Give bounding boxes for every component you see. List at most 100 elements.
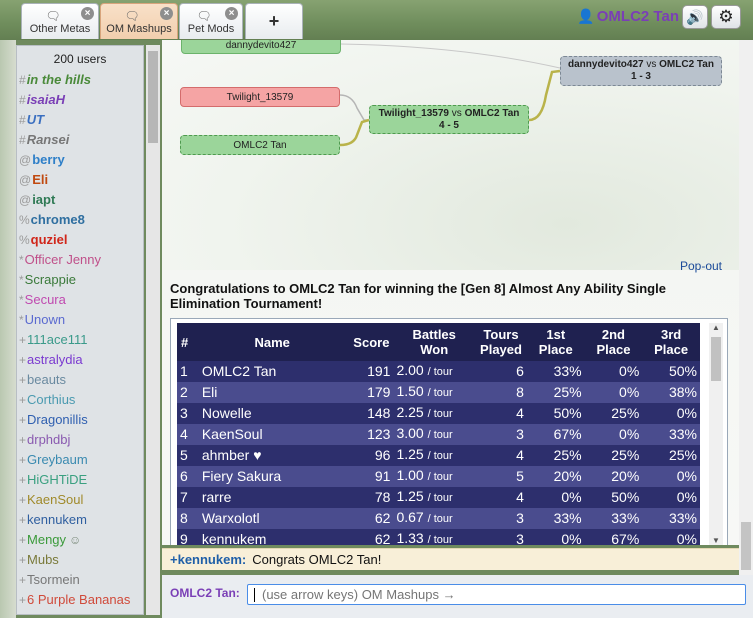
close-icon[interactable]: × — [160, 7, 173, 20]
scroll-up-icon[interactable]: ▲ — [709, 323, 723, 332]
row-rank: 1 — [177, 361, 199, 382]
sound-button[interactable]: 🔊 — [682, 5, 708, 29]
user-list-item[interactable]: +Corthius — [17, 390, 143, 410]
tab-label: OM Mashups — [106, 23, 172, 35]
user-list-item[interactable]: +6 Purple Bananas — [17, 590, 143, 610]
scroll-down-icon[interactable]: ▼ — [709, 536, 723, 545]
row-tours-played: 5 — [475, 466, 527, 487]
user-list-item[interactable]: +Mubs — [17, 550, 143, 570]
chat-scrollbar[interactable] — [739, 40, 753, 575]
chat-input-bar: OMLC2 Tan: — [162, 575, 753, 618]
user-rank: @ — [19, 193, 32, 207]
row-name: Fiery Sakura — [198, 466, 346, 487]
scroll-thumb[interactable] — [711, 337, 721, 381]
user-name: Ransei — [26, 132, 70, 147]
row-third-place: 0% — [642, 403, 700, 424]
user-rank: * — [19, 273, 24, 287]
row-second-place: 20% — [584, 466, 643, 487]
row-battles-won: 1.50 / tour — [393, 382, 476, 403]
user-list-item[interactable]: @Eli — [17, 170, 143, 190]
user-list-item[interactable]: %quziel — [17, 230, 143, 250]
row-tours-played: 4 — [475, 445, 527, 466]
chat-username[interactable]: +kennukem: — [170, 552, 246, 567]
close-icon[interactable]: × — [225, 7, 238, 20]
match-player-2: OMLC2 Tan — [659, 59, 714, 70]
user-list-item[interactable]: #isaiaH — [17, 90, 143, 110]
new-tab-button[interactable]: + — [245, 3, 303, 39]
row-second-place: 0% — [584, 382, 643, 403]
settings-button[interactable]: ⚙ — [711, 5, 741, 29]
user-list-item[interactable]: +KaenSoul — [17, 490, 143, 510]
user-list-item[interactable]: +Tsormein — [17, 570, 143, 590]
battles-unit: / tour — [427, 513, 453, 525]
user-list-item[interactable]: +astralydia — [17, 350, 143, 370]
bracket-player-node[interactable]: dannydevito427 — [181, 40, 341, 54]
user-list-item[interactable]: @iapt — [17, 190, 143, 210]
row-tours-played: 8 — [475, 382, 527, 403]
row-tours-played: 4 — [475, 487, 527, 508]
table-scrollbar[interactable]: ▲ ▼ — [709, 323, 723, 545]
user-list-item[interactable]: +kennukem — [17, 510, 143, 530]
user-list-item[interactable]: +HiGHTiDE — [17, 470, 143, 490]
chat-bubble-icon: 🗨 — [45, 9, 61, 23]
user-list-item[interactable]: +beauts — [17, 370, 143, 390]
chat-bubbles-icon: 🗨 — [124, 9, 140, 23]
battles-unit: / tour — [427, 450, 453, 462]
tab-label: Other Metas — [29, 23, 91, 35]
user-rank: + — [19, 593, 27, 607]
col-score: Score — [345, 323, 394, 361]
row-name: kennukem — [198, 529, 346, 545]
user-list-scrollbar[interactable] — [146, 45, 160, 615]
user-list-item[interactable]: #UT — [17, 110, 143, 130]
user-name: HiGHTiDE — [27, 472, 88, 487]
table-row: 1 OMLC2 Tan 191 2.00 / tour 6 33% 0% 50% — [177, 361, 700, 382]
user-list-item[interactable]: %chrome8 — [17, 210, 143, 230]
battles-value: 1.25 — [396, 488, 424, 504]
close-icon[interactable]: × — [81, 7, 94, 20]
user-list-item[interactable]: #in the hills — [17, 70, 143, 90]
username: OMLC2 Tan — [596, 8, 679, 25]
bracket-match-node[interactable]: dannydevito427 vs OMLC2 Tan 1 - 3 — [560, 56, 722, 86]
leaderboard-scroll-area[interactable]: # Name Score Battles Won Tours Played 1s… — [177, 323, 700, 545]
row-name: Eli — [198, 382, 346, 403]
popout-link[interactable]: Pop-out — [680, 259, 722, 273]
user-list-item[interactable]: *Unown — [17, 310, 143, 330]
row-first-place: 20% — [526, 466, 585, 487]
bracket-match-node[interactable]: Twilight_13579 vs OMLC2 Tan 4 - 5 — [369, 105, 529, 134]
user-list-item[interactable]: +Mengy ☺ — [17, 530, 143, 550]
user-list-item[interactable]: +Greybaum — [17, 450, 143, 470]
bracket-player-node[interactable]: OMLC2 Tan — [180, 135, 340, 155]
bracket-player-node[interactable]: Twilight_13579 — [180, 87, 340, 107]
tab-om-mashups[interactable]: 🗨 OM Mashups × — [100, 3, 178, 39]
chat-input[interactable] — [247, 584, 746, 605]
user-list-item[interactable]: *Officer Jenny — [17, 250, 143, 270]
scroll-thumb[interactable] — [148, 51, 158, 143]
user-name: Tsormein — [27, 572, 80, 587]
user-list-item[interactable]: +drphdbj — [17, 430, 143, 450]
user-name: Unown — [24, 312, 66, 327]
row-tours-played: 3 — [475, 424, 527, 445]
row-score: 123 — [345, 424, 394, 445]
user-name: Corthius — [27, 392, 76, 407]
user-list-item[interactable]: #Ransei — [17, 130, 143, 150]
row-name: OMLC2 Tan — [198, 361, 346, 382]
tab-other-metas[interactable]: 🗨 Other Metas × — [21, 3, 99, 39]
current-user[interactable]: 👤 OMLC2 Tan — [577, 8, 679, 25]
user-name: Officer Jenny — [24, 252, 102, 267]
user-list-item[interactable]: *Secura — [17, 290, 143, 310]
table-row: 8 Warxolotl 62 0.67 / tour 3 33% 33% 33% — [177, 508, 700, 529]
scroll-thumb[interactable] — [741, 522, 751, 570]
input-username[interactable]: OMLC2 Tan: — [170, 586, 240, 600]
tab-pet-mods[interactable]: 🗨 Pet Mods × — [179, 3, 243, 39]
battles-unit: / tour — [427, 429, 453, 441]
user-list-item[interactable]: +Dragonillis — [17, 410, 143, 430]
row-name: Nowelle — [198, 403, 346, 424]
user-rank: + — [19, 433, 27, 447]
user-list-item[interactable]: @berry — [17, 150, 143, 170]
top-bar: 🗨 Other Metas × 🗨 OM Mashups × 🗨 Pet Mod… — [0, 0, 753, 40]
user-list-item[interactable]: *Scrappie — [17, 270, 143, 290]
leaderboard-table: # Name Score Battles Won Tours Played 1s… — [177, 323, 700, 545]
user-list-item[interactable]: +111ace111 — [17, 330, 143, 350]
user-rank: + — [19, 393, 27, 407]
user-name: UT — [26, 112, 45, 127]
